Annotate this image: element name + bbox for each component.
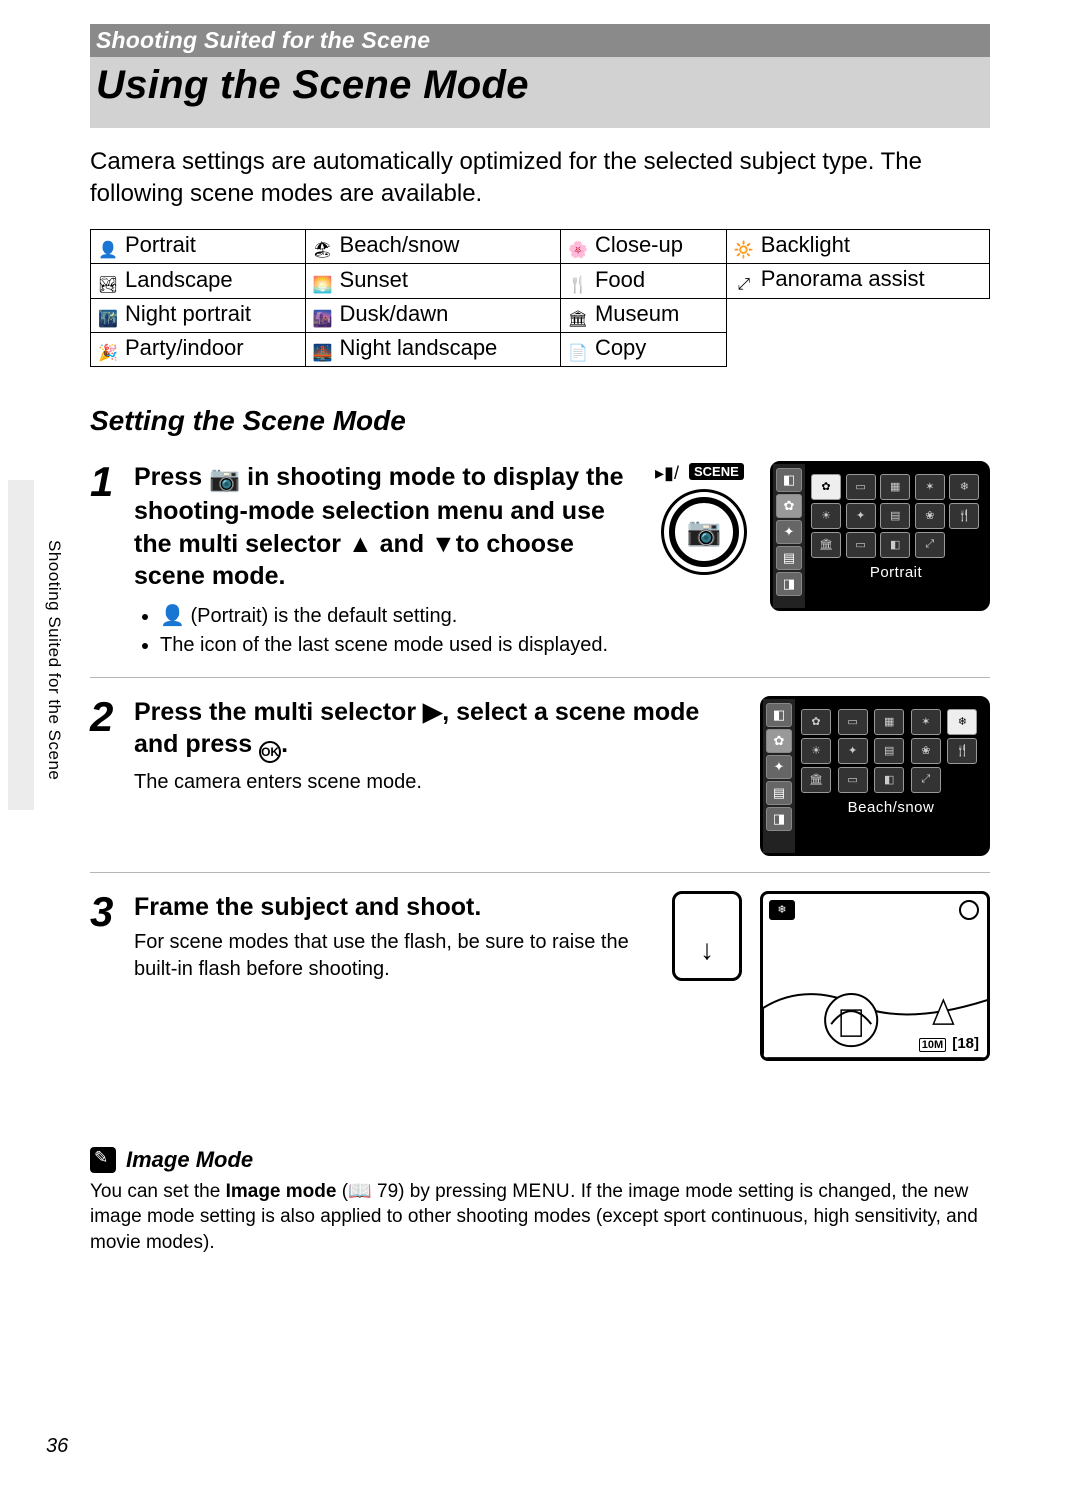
- scene-mode-indicator-icon: ❄: [769, 900, 795, 920]
- up-arrow-icon: ▲: [348, 528, 373, 561]
- shots-remaining: 10M [18]: [919, 1035, 979, 1052]
- step-3: 3 Frame the subject and shoot. For scene…: [90, 891, 990, 1077]
- step-1-bullet-1: 👤 (Portrait) is the default setting.: [160, 603, 633, 630]
- lcd-screen-step1: ◧ ✿ ✦ ▤ ◨ ✿▭▦✶❄ ☀✦▤❀🍴 🏛▭◧⤢ Portrait: [770, 461, 990, 611]
- copy-icon: 📄: [567, 343, 589, 361]
- cell-label: Dusk/dawn: [340, 301, 449, 326]
- cell-label: Close-up: [595, 232, 683, 257]
- lcd-caption: Portrait: [811, 564, 981, 581]
- cell-label: Backlight: [761, 232, 850, 257]
- lcd-screen-step3: ❄ 10M [18]: [760, 891, 990, 1061]
- steps-list: 1 Press 📷 in shooting mode to display th…: [90, 461, 990, 1077]
- mode-tab: ✦: [766, 755, 792, 779]
- image-size-badge: 10M: [919, 1038, 946, 1052]
- mode-tab: ◧: [766, 703, 792, 727]
- book-icon: 📖: [348, 1181, 372, 1202]
- step-3-sub: For scene modes that use the flash, be s…: [134, 929, 658, 983]
- step-number: 3: [90, 891, 134, 1061]
- mode-tab: ◨: [776, 572, 802, 596]
- mode-tab: ✦: [776, 520, 802, 544]
- cell-label: Beach/snow: [340, 232, 460, 257]
- night-portrait-icon: 🌃: [97, 309, 119, 327]
- mode-tab-active: ✿: [766, 729, 792, 753]
- cell-label: Copy: [595, 335, 646, 360]
- party-indoor-icon: 🎉: [97, 343, 119, 361]
- mode-tab: ◧: [776, 468, 802, 492]
- cell-label: Landscape: [125, 267, 233, 292]
- footnote-box: Image Mode You can set the Image mode (📖…: [90, 1147, 990, 1256]
- step-3-text: Frame the subject and shoot.: [134, 891, 658, 924]
- scene-pointer-icon: ▸▮/: [655, 463, 679, 484]
- sunset-icon: 🌅: [312, 275, 334, 293]
- footnote-heading: Image Mode: [126, 1147, 253, 1173]
- step-1: 1 Press 📷 in shooting mode to display th…: [90, 461, 990, 678]
- right-arrow-icon: ▶: [423, 696, 442, 729]
- step-2-text: Press the multi selector ▶, select a sce…: [134, 696, 746, 764]
- camera-icon: 📷: [687, 515, 722, 548]
- mode-tab: ◨: [766, 807, 792, 831]
- section-heading: Setting the Scene Mode: [90, 405, 990, 437]
- step-2-sub: The camera enters scene mode.: [134, 769, 746, 796]
- step-2: 2 Press the multi selector ▶, select a s…: [90, 696, 990, 873]
- cell-label: Portrait: [125, 232, 196, 257]
- cell-label: Night landscape: [340, 335, 498, 360]
- lcd-screen-step2: ◧ ✿ ✦ ▤ ◨ ✿▭▦✶❄ ☀✦▤❀🍴 🏛▭◧⤢ Beach/snow: [760, 696, 990, 856]
- menu-button-label: MENU: [512, 1181, 570, 1202]
- landscape-icon: 🏞: [97, 275, 119, 293]
- mode-tab: ▤: [766, 781, 792, 805]
- breadcrumb: Shooting Suited for the Scene: [90, 24, 990, 57]
- cell-label: Party/indoor: [125, 335, 244, 360]
- step-1-text: Press 📷 in shooting mode to display the …: [134, 461, 633, 593]
- panorama-icon: ⤢: [733, 276, 755, 294]
- down-arrow-icon: ▼: [431, 528, 456, 561]
- night-landscape-icon: 🌉: [312, 343, 334, 361]
- status-indicator-icon: [959, 900, 979, 920]
- mode-tab: ▤: [776, 546, 802, 570]
- title-block: Using the Scene Mode: [90, 57, 990, 128]
- step-number: 1: [90, 461, 134, 661]
- portrait-icon: 👤: [160, 605, 185, 627]
- cell-label: Sunset: [340, 267, 409, 292]
- cell-label: Night portrait: [125, 301, 251, 326]
- page-title: Using the Scene Mode: [96, 63, 990, 108]
- scene-grid: ✿▭▦✶❄ ☀✦▤❀🍴 🏛▭◧⤢: [811, 474, 981, 558]
- cell-label: Museum: [595, 301, 679, 326]
- cell-label: Panorama assist: [761, 266, 925, 291]
- step-number: 2: [90, 696, 134, 856]
- ok-button-icon: OK: [259, 741, 281, 763]
- dusk-dawn-icon: 🌆: [312, 309, 334, 327]
- beach-snow-icon: 🏖: [312, 240, 334, 258]
- page-number: 36: [46, 1435, 68, 1458]
- empty-cell: [726, 298, 989, 332]
- camera-button-icon: 📷: [209, 463, 240, 496]
- step-1-bullet-2: The icon of the last scene mode used is …: [160, 632, 633, 659]
- cell-label: Food: [595, 267, 645, 292]
- empty-cell: [726, 332, 989, 366]
- side-label: Shooting Suited for the Scene: [44, 540, 64, 780]
- scene-mode-table: 👤 Portrait 🏖 Beach/snow 🌸 Close-up 🔆 Backlig…: [90, 229, 990, 367]
- scene-grid: ✿▭▦✶❄ ☀✦▤❀🍴 🏛▭◧⤢: [801, 709, 981, 793]
- scene-badge: SCENE: [689, 463, 744, 480]
- footnote-body: You can set the Image mode (📖 79) by pre…: [90, 1179, 990, 1256]
- down-arrow-icon: ↓: [700, 934, 714, 966]
- mode-dial-illustration: ▸▮/ SCENE 📷: [647, 461, 762, 611]
- side-tab: [8, 480, 34, 810]
- lcd-caption: Beach/snow: [801, 799, 981, 816]
- note-icon: [90, 1147, 116, 1173]
- shutter-press-illustration: ↓: [672, 891, 742, 981]
- close-up-icon: 🌸: [567, 240, 589, 258]
- intro-text: Camera settings are automatically optimi…: [90, 146, 990, 211]
- museum-icon: 🏛: [567, 309, 589, 327]
- portrait-icon: 👤: [97, 240, 119, 258]
- backlight-icon: 🔆: [733, 240, 755, 258]
- mode-tab-active: ✿: [776, 494, 802, 518]
- food-icon: 🍴: [567, 275, 589, 293]
